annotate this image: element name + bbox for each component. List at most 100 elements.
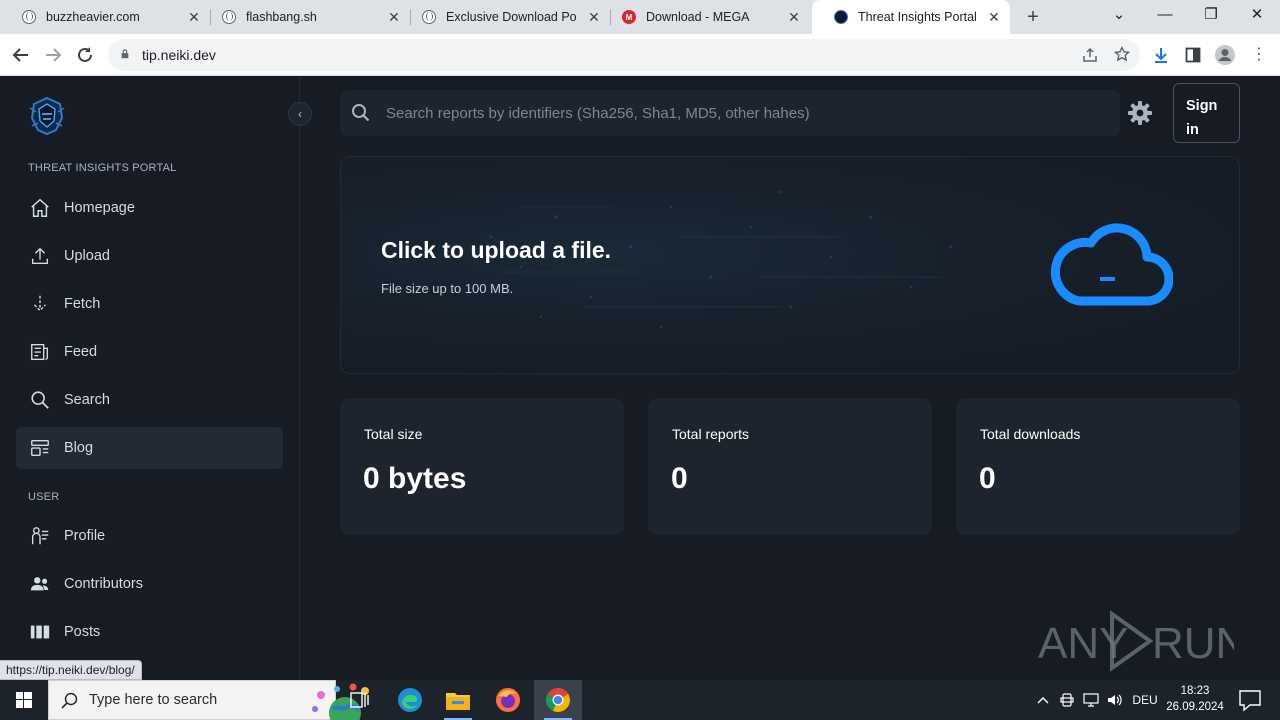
posts-icon [28,620,52,644]
taskbar-search-placeholder: Type here to search [89,692,218,708]
tip-icon [834,10,848,24]
sidebar-item-feed[interactable]: Feed [16,331,283,373]
system-clock[interactable]: 18:23 26.09.2024 [1160,683,1230,715]
address-bar[interactable]: tip.neiki.dev [108,39,1140,71]
browser-tab[interactable]: M Download - MEGA ✕ [600,0,810,34]
page-content: THREAT INSIGHTS PORTAL Homepage Upload F… [0,76,1280,680]
lock-icon [121,49,129,59]
windows-taskbar: Type here to search DEU 18:23 26.09.2024 [0,680,1280,720]
taskbar-file-explorer[interactable] [434,680,482,720]
browser-tab[interactable]: Exclusive Download Port ✕ [400,0,610,34]
volume-icon[interactable] [1104,680,1126,720]
sidebar-item-label: Profile [64,528,106,544]
windows-start-button[interactable] [0,680,48,720]
close-window-button[interactable]: ✕ [1234,0,1280,34]
sidebar-item-search[interactable]: Search [16,379,283,421]
task-view-icon [350,692,369,708]
upload-icon [28,244,52,268]
tab-search-chevron-icon[interactable]: ⌄ [1096,0,1142,34]
chrome-icon [546,688,570,712]
taskbar-chrome[interactable] [534,680,582,720]
tab-title: flashbang.sh [246,10,317,24]
stat-label: Total downloads [980,426,1081,442]
download-icon[interactable] [1148,42,1174,68]
tab-title: Download - MEGA [646,10,750,24]
url-text: tip.neiki.dev [142,47,216,63]
sidebar-collapse-button[interactable]: ‹ [288,102,312,126]
new-tab-button[interactable]: + [1022,6,1044,28]
search-icon [352,104,370,122]
sidebar-item-label: Homepage [64,200,135,216]
folder-icon [446,693,470,710]
sidebar-item-homepage[interactable]: Homepage [16,187,283,229]
search-icon [28,388,52,412]
kebab-menu-icon[interactable]: ⋮ [1246,42,1272,68]
globe-icon [222,10,236,24]
tray-chevron-up-icon[interactable] [1032,680,1054,720]
taskbar-edge[interactable] [386,680,434,720]
restore-button[interactable]: ❐ [1188,0,1234,34]
stat-value: 0 bytes [363,462,467,495]
sidebar-item-contributors[interactable]: Contributors [16,563,283,605]
sidebar-item-profile[interactable]: Profile [16,515,283,557]
sidebar-item-fetch[interactable]: Fetch [16,283,283,325]
portal-logo[interactable] [28,96,66,136]
close-icon[interactable]: ✕ [986,9,1002,25]
clock-date: 26.09.2024 [1166,701,1224,713]
sidebar-item-blog[interactable]: Blog [16,427,283,469]
status-bar-url: https://tip.neiki.dev/blog/ [0,660,142,680]
browser-tab-active[interactable]: Threat Insights Portal ✕ [812,0,1010,34]
tray-device-icon[interactable] [1056,680,1078,720]
side-panel-icon[interactable] [1180,42,1206,68]
bookmark-star-icon[interactable] [1114,46,1130,62]
sign-in-button[interactable]: Sign in [1173,83,1240,143]
profile-avatar-icon[interactable] [1212,42,1238,68]
upload-dropzone[interactable]: Click to upload a file. File size up to … [340,156,1240,374]
firefox-icon [496,688,520,712]
stat-card-total-downloads: Total downloads 0 [956,398,1240,535]
stat-card-total-size: Total size 0 bytes [340,398,624,535]
clock-time: 18:23 [1180,685,1210,697]
svg-text:ANY: ANY [1038,619,1128,668]
share-icon[interactable] [1082,47,1098,63]
task-view-button[interactable] [336,680,384,720]
sidebar-item-label: Blog [64,440,94,456]
report-search-bar[interactable] [340,90,1120,136]
sidebar-item-label: Search [64,392,110,408]
svg-text:RUN: RUN [1152,619,1234,668]
anyrun-watermark: ANY RUN [1038,610,1234,672]
sidebar-item-posts[interactable]: Posts [16,611,283,653]
stat-label: Total reports [672,426,750,442]
gear-icon[interactable] [1127,100,1153,126]
upload-size-limit: File size up to 100 MB. [381,281,514,296]
network-icon[interactable] [1080,680,1102,720]
taskbar-search-box[interactable]: Type here to search [48,680,369,720]
back-button[interactable] [8,42,34,68]
globe-icon [422,10,436,24]
sidebar-item-label: Contributors [64,576,143,592]
browser-tab[interactable]: flashbang.sh ✕ [200,0,410,34]
taskbar-firefox[interactable] [484,680,532,720]
sidebar-item-label: Upload [64,248,110,264]
sidebar-section-label: USER [28,491,60,503]
notification-icon[interactable] [1232,680,1272,720]
contributors-icon [28,572,52,596]
tab-title: Threat Insights Portal [858,10,977,24]
browser-tab[interactable]: buzzheavier.com ✕ [0,0,210,34]
minimize-button[interactable]: — [1142,0,1188,34]
browser-toolbar: tip.neiki.dev ⋮ [0,34,1280,76]
sidebar-item-upload[interactable]: Upload [16,235,283,277]
report-search-input[interactable] [386,90,1106,136]
mega-icon: M [622,10,636,24]
upload-title: Click to upload a file. [381,237,612,263]
feed-icon [28,340,52,364]
fetch-icon [28,292,52,316]
stat-value: 0 [671,462,688,495]
forward-button[interactable] [40,42,66,68]
globe-icon [22,10,36,24]
reload-button[interactable] [72,42,98,68]
stat-label: Total size [364,426,423,442]
stat-value: 0 [979,462,996,495]
input-language[interactable]: DEU [1128,680,1162,720]
close-icon[interactable]: ✕ [786,9,802,25]
